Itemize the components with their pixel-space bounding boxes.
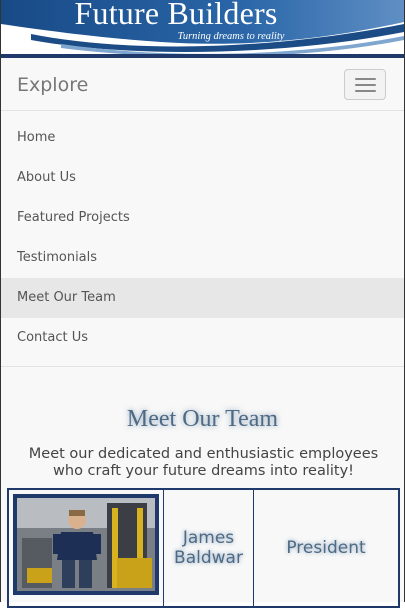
- team-table: James Baldwar President: [7, 488, 400, 608]
- menu-item-about-us[interactable]: About Us: [1, 158, 404, 198]
- employee-role: President: [286, 538, 366, 558]
- page-frame: Future Builders Turning dreams to realit…: [0, 0, 405, 608]
- menu-item-testimonials[interactable]: Testimonials: [1, 238, 404, 278]
- menu-divider: [1, 366, 404, 367]
- menu-item-featured-projects[interactable]: Featured Projects: [1, 198, 404, 238]
- employee-photo: [13, 494, 159, 595]
- navbar-brand[interactable]: Explore: [17, 74, 88, 96]
- employee-photo-image: [17, 498, 155, 591]
- navbar: Explore: [1, 58, 404, 111]
- menu-toggle-button[interactable]: [344, 69, 386, 100]
- team-name-cell: James Baldwar: [164, 490, 254, 608]
- team-role-cell: President: [254, 490, 398, 608]
- section-intro: Meet our dedicated and enthusiastic empl…: [28, 446, 379, 479]
- menu-item-meet-our-team[interactable]: Meet Our Team: [1, 278, 404, 318]
- nav-menu: Home About Us Featured Projects Testimon…: [1, 118, 404, 358]
- site-tagline: Turning dreams to reality: [177, 31, 285, 42]
- menu-item-contact-us[interactable]: Contact Us: [1, 318, 404, 358]
- section-title: Meet Our Team: [126, 406, 279, 432]
- team-photo-cell: [9, 490, 164, 608]
- site-title[interactable]: Future Builders: [1, 0, 351, 32]
- employee-name: James Baldwar: [174, 528, 243, 568]
- menu-item-home[interactable]: Home: [1, 118, 404, 158]
- site-banner: Future Builders Turning dreams to realit…: [1, 0, 404, 58]
